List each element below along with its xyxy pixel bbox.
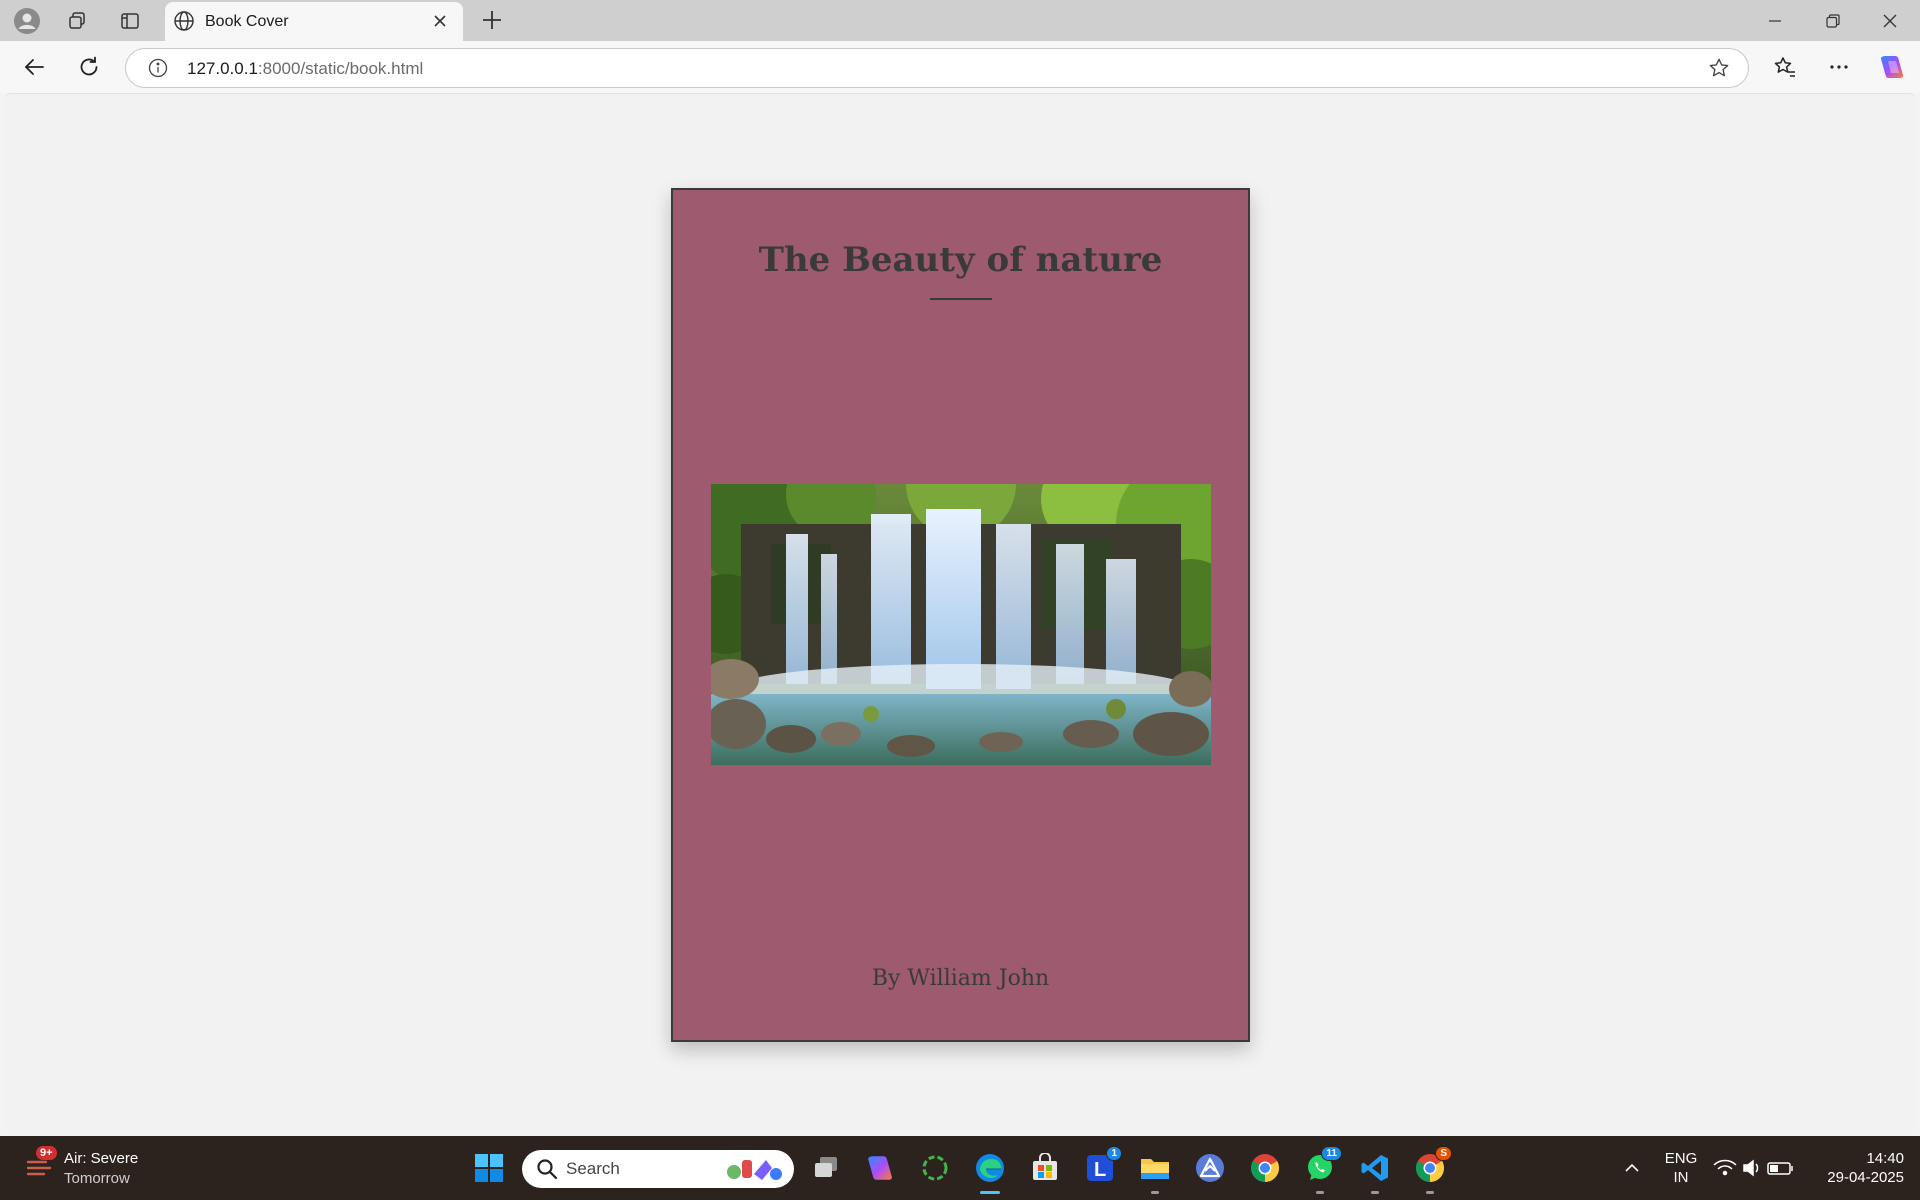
url-text[interactable]: 127.0.0.1:8000/static/book.html	[187, 59, 423, 79]
more-options-icon[interactable]	[1823, 51, 1855, 83]
search-icon	[536, 1158, 558, 1185]
triangle-app-icon[interactable]	[1192, 1150, 1228, 1186]
language-line2: IN	[1673, 1169, 1689, 1186]
waterfall-image	[711, 484, 1211, 765]
chrome-profile-icon[interactable]: S	[1412, 1146, 1452, 1194]
close-tab-icon[interactable]	[431, 12, 449, 35]
vertical-tabs-icon[interactable]	[115, 6, 145, 36]
weather-widget[interactable]: 9+ Air: Severe Tomorrow	[20, 1146, 150, 1190]
search-placeholder: Search	[566, 1159, 620, 1178]
workspaces-icon[interactable]	[62, 6, 92, 36]
language-line1: ENG	[1664, 1150, 1698, 1167]
whatsapp-icon[interactable]: 11	[1302, 1146, 1342, 1194]
favorites-icon[interactable]	[1769, 51, 1801, 83]
favorite-star-icon[interactable]	[1708, 57, 1730, 84]
chrome-icon[interactable]	[1247, 1150, 1283, 1186]
svg-text:L: L	[1094, 1159, 1106, 1181]
running-indicator	[980, 1191, 1000, 1194]
address-bar[interactable]: 127.0.0.1:8000/static/book.html	[125, 48, 1749, 88]
running-indicator	[1371, 1191, 1379, 1194]
running-indicator	[1316, 1191, 1324, 1194]
globe-icon	[173, 10, 195, 37]
restore-icon[interactable]	[1811, 6, 1855, 36]
microsoft-store-icon[interactable]	[1027, 1150, 1063, 1186]
title-bar: Book Cover	[0, 0, 1920, 41]
language-indicator[interactable]: ENG IN	[1662, 1150, 1700, 1186]
edge-browser-icon[interactable]	[964, 1142, 1016, 1194]
vscode-icon[interactable]	[1357, 1150, 1393, 1194]
show-hidden-icons-chevron-icon[interactable]	[1614, 1150, 1650, 1186]
site-info-icon[interactable]	[148, 58, 168, 83]
navigation-bar: 127.0.0.1:8000/static/book.html	[0, 41, 1920, 93]
profile-icon[interactable]	[12, 6, 42, 36]
weather-badge: 9+	[36, 1146, 57, 1160]
back-icon[interactable]	[18, 51, 50, 83]
notification-badge: 11	[1321, 1146, 1342, 1161]
taskbar-search[interactable]: Search	[522, 1150, 794, 1188]
book-cover: The Beauty of nature By William John	[671, 188, 1250, 1042]
running-indicator	[1426, 1191, 1434, 1194]
volume-icon	[1743, 1159, 1759, 1177]
clock[interactable]: 14:40 29-04-2025	[1812, 1150, 1904, 1186]
running-indicator	[1151, 1191, 1159, 1194]
tab-title: Book Cover	[205, 13, 289, 30]
l-app-icon[interactable]: L 1	[1082, 1146, 1122, 1186]
tab-book-cover[interactable]: Book Cover	[165, 2, 463, 41]
search-highlight-icon	[724, 1154, 784, 1189]
weather-when: Tomorrow	[64, 1170, 130, 1187]
book-title: The Beauty of nature	[758, 240, 1163, 280]
clock-time: 14:40	[1866, 1150, 1904, 1167]
copilot-taskbar-icon[interactable]	[862, 1150, 898, 1186]
taskbar: 9+ Air: Severe Tomorrow Search L 1 11 S …	[0, 1136, 1920, 1200]
new-tab-icon[interactable]	[478, 6, 506, 39]
wifi-icon	[1713, 1159, 1737, 1176]
profile-badge: S	[1435, 1146, 1452, 1161]
battery-icon	[1767, 1162, 1793, 1175]
system-status-icons[interactable]	[1710, 1150, 1798, 1186]
file-explorer-icon[interactable]	[1137, 1150, 1173, 1194]
minimize-icon[interactable]	[1753, 6, 1797, 36]
loader-app-icon[interactable]	[917, 1150, 953, 1186]
url-host: 127.0.0.1	[187, 59, 258, 78]
close-window-icon[interactable]	[1868, 6, 1912, 36]
book-author: By William John	[871, 966, 1050, 991]
weather-condition: Air: Severe	[64, 1150, 139, 1167]
notification-badge: 1	[1106, 1146, 1122, 1161]
refresh-icon[interactable]	[73, 51, 105, 83]
start-windows-icon[interactable]	[471, 1150, 507, 1186]
task-view-icon[interactable]	[808, 1150, 844, 1186]
title-underline	[930, 298, 992, 300]
url-path: :8000/static/book.html	[257, 59, 424, 78]
clock-date: 29-04-2025	[1827, 1169, 1904, 1186]
copilot-icon[interactable]	[1876, 51, 1908, 83]
